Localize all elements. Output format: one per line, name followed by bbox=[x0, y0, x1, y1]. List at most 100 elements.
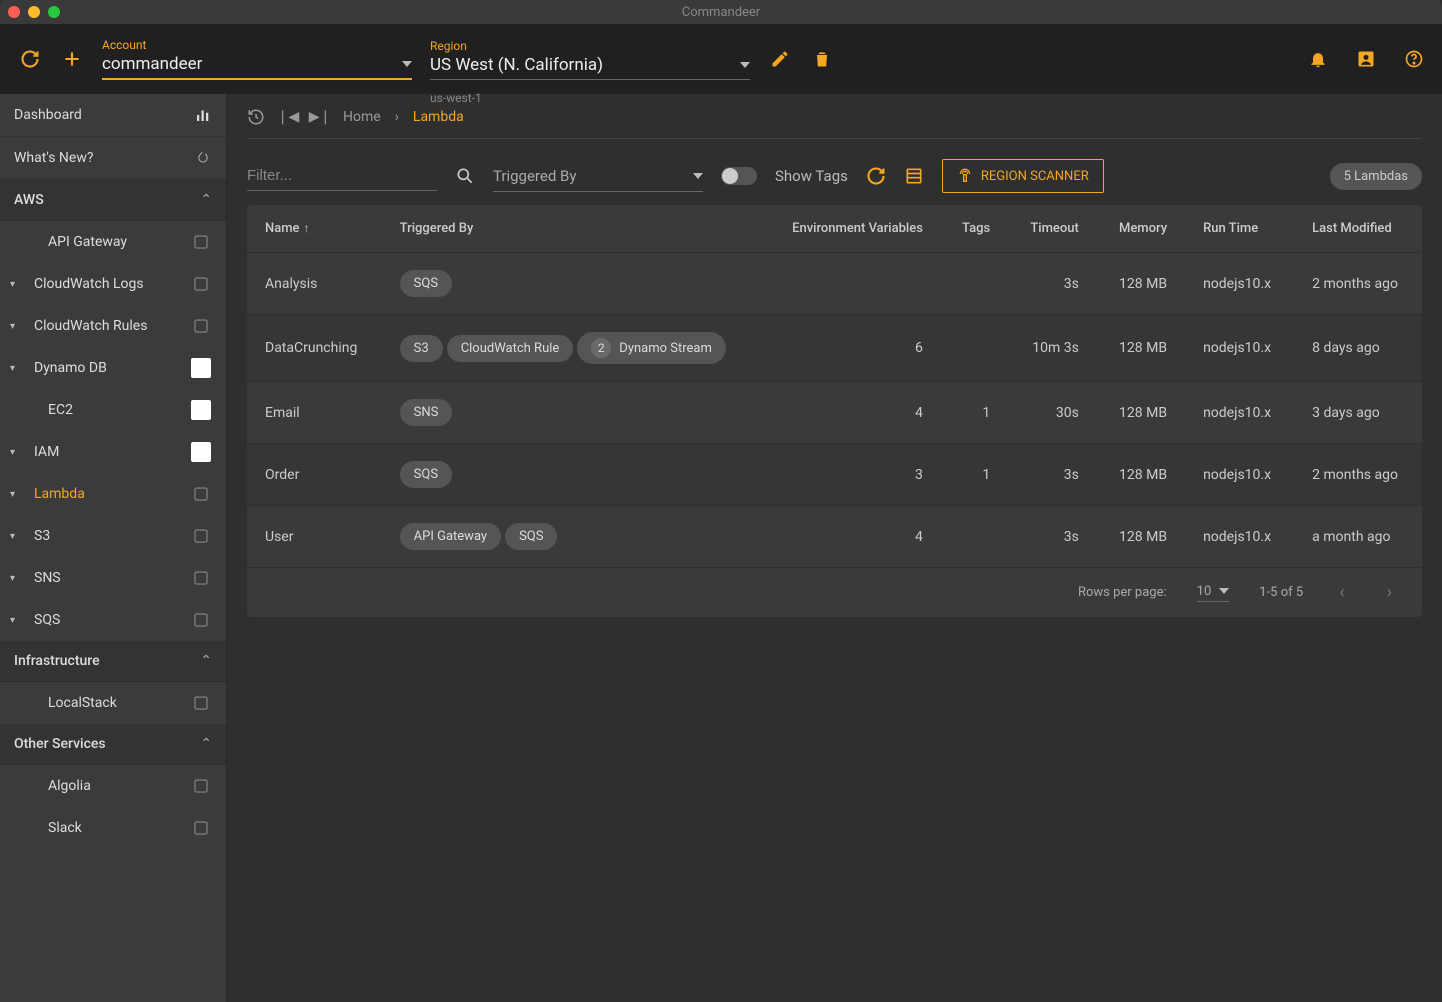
account-selector[interactable]: Account commandeer bbox=[102, 38, 412, 80]
add-button[interactable] bbox=[60, 47, 84, 71]
trigger-chip[interactable]: 2Dynamo Stream bbox=[577, 332, 726, 364]
trigger-chip[interactable]: SQS bbox=[505, 523, 557, 550]
lambda-table: Name↑Triggered ByEnvironment VariablesTa… bbox=[247, 205, 1422, 617]
refresh-table-icon[interactable] bbox=[866, 166, 886, 186]
column-header-last-modified[interactable]: Last Modified bbox=[1294, 205, 1422, 253]
sidebar-item-algolia[interactable]: Algolia bbox=[0, 765, 226, 807]
triggered-by-select[interactable]: Triggered By bbox=[493, 161, 703, 192]
cell-memory: 128 MB bbox=[1097, 315, 1185, 382]
cell-memory: 128 MB bbox=[1097, 444, 1185, 506]
sidebar-item-label: IAM bbox=[34, 444, 59, 460]
trigger-chip[interactable]: SQS bbox=[400, 461, 452, 488]
column-header-run-time[interactable]: Run Time bbox=[1185, 205, 1294, 253]
account-value: commandeer bbox=[102, 54, 202, 74]
sidebar-item-s3[interactable]: ▾S3 bbox=[0, 515, 226, 557]
cell-triggers: SQS bbox=[382, 444, 766, 506]
cell-memory: 128 MB bbox=[1097, 506, 1185, 568]
table-row[interactable]: UserAPI GatewaySQS43s128 MBnodejs10.xa m… bbox=[247, 506, 1422, 568]
sidebar-item-sns[interactable]: ▾SNS bbox=[0, 557, 226, 599]
cell-timeout: 3s bbox=[1008, 444, 1097, 506]
show-tags-toggle[interactable] bbox=[721, 167, 757, 185]
history-icon[interactable] bbox=[247, 108, 265, 126]
region-selector[interactable]: Region US West (N. California) us-west-1 bbox=[430, 39, 750, 80]
sidebar-item-ec2[interactable]: EC2 bbox=[0, 389, 226, 431]
service-icon bbox=[190, 357, 212, 379]
expand-icon: ▾ bbox=[10, 363, 15, 374]
trigger-chip[interactable]: SNS bbox=[400, 399, 453, 426]
sidebar-item-cloudwatch-rules[interactable]: ▾CloudWatch Rules bbox=[0, 305, 226, 347]
sidebar-item-dynamo-db[interactable]: ▾Dynamo DB bbox=[0, 347, 226, 389]
trigger-chip[interactable]: CloudWatch Rule bbox=[447, 335, 574, 362]
cell-triggers: SNS bbox=[382, 382, 766, 444]
rows-per-page-select[interactable]: 10 bbox=[1197, 584, 1230, 602]
sidebar-item-sqs[interactable]: ▾SQS bbox=[0, 599, 226, 641]
filter-input[interactable] bbox=[247, 161, 437, 191]
table-row[interactable]: DataCrunchingS3CloudWatch Rule2Dynamo St… bbox=[247, 315, 1422, 382]
prev-page-icon[interactable]: ‹ bbox=[1333, 582, 1350, 603]
cell-modified: 2 months ago bbox=[1294, 253, 1422, 315]
table-row[interactable]: EmailSNS4130s128 MBnodejs10.x3 days ago bbox=[247, 382, 1422, 444]
column-header-name[interactable]: Name↑ bbox=[247, 205, 382, 253]
sidebar-section-aws[interactable]: AWS⌃ bbox=[0, 180, 226, 221]
service-icon bbox=[190, 567, 212, 589]
cell-memory: 128 MB bbox=[1097, 382, 1185, 444]
region-value: US West (N. California) bbox=[430, 55, 603, 75]
account-label: Account bbox=[102, 38, 412, 52]
sidebar-dashboard[interactable]: Dashboard bbox=[0, 94, 226, 137]
sidebar-whatsnew-label: What's New? bbox=[14, 150, 93, 166]
trigger-chip[interactable]: API Gateway bbox=[400, 523, 501, 550]
help-icon[interactable] bbox=[1404, 49, 1424, 69]
cell-name: Analysis bbox=[247, 253, 382, 315]
account-icon[interactable] bbox=[1356, 49, 1376, 69]
sidebar-item-lambda[interactable]: ▾Lambda bbox=[0, 473, 226, 515]
expand-icon: ▾ bbox=[10, 531, 15, 542]
cell-runtime: nodejs10.x bbox=[1185, 253, 1294, 315]
next-page-icon[interactable]: › bbox=[1381, 582, 1398, 603]
cell-modified: 8 days ago bbox=[1294, 315, 1422, 382]
region-scanner-button[interactable]: REGION SCANNER bbox=[942, 159, 1104, 193]
column-header-memory[interactable]: Memory bbox=[1097, 205, 1185, 253]
notifications-icon[interactable] bbox=[1308, 49, 1328, 69]
cell-env: 4 bbox=[766, 382, 941, 444]
sidebar-section-other-services[interactable]: Other Services⌃ bbox=[0, 724, 226, 765]
cell-env: 3 bbox=[766, 444, 941, 506]
sidebar-item-label: SQS bbox=[34, 612, 60, 628]
table-row[interactable]: AnalysisSQS3s128 MBnodejs10.x2 months ag… bbox=[247, 253, 1422, 315]
window-title: Commandeer bbox=[0, 5, 1442, 20]
nav-first-icon[interactable]: ❘◀ bbox=[279, 108, 297, 126]
cell-tags: 1 bbox=[941, 444, 1008, 506]
column-header-triggered-by[interactable]: Triggered By bbox=[382, 205, 766, 253]
sidebar-item-api-gateway[interactable]: API Gateway bbox=[0, 221, 226, 263]
cell-name: User bbox=[247, 506, 382, 568]
column-header-tags[interactable]: Tags bbox=[941, 205, 1008, 253]
breadcrumb-sep: › bbox=[395, 109, 399, 125]
cell-modified: a month ago bbox=[1294, 506, 1422, 568]
sidebar-item-slack[interactable]: Slack bbox=[0, 807, 226, 849]
service-icon bbox=[190, 817, 212, 839]
refresh-button[interactable] bbox=[18, 47, 42, 71]
sidebar-item-iam[interactable]: ▾IAM bbox=[0, 431, 226, 473]
sidebar-item-label: Slack bbox=[48, 820, 82, 836]
sidebar-whatsnew[interactable]: What's New? bbox=[0, 137, 226, 180]
breadcrumb-home[interactable]: Home bbox=[343, 109, 381, 125]
sidebar-section-infrastructure[interactable]: Infrastructure⌃ bbox=[0, 641, 226, 682]
sidebar-item-localstack[interactable]: LocalStack bbox=[0, 682, 226, 724]
column-header-timeout[interactable]: Timeout bbox=[1008, 205, 1097, 253]
trigger-chip[interactable]: SQS bbox=[400, 270, 452, 297]
sidebar-dashboard-label: Dashboard bbox=[14, 107, 82, 123]
cell-name: Email bbox=[247, 382, 382, 444]
chevron-up-icon: ⌃ bbox=[200, 736, 212, 752]
cell-modified: 3 days ago bbox=[1294, 382, 1422, 444]
sidebar-item-cloudwatch-logs[interactable]: ▾CloudWatch Logs bbox=[0, 263, 226, 305]
trigger-chip[interactable]: S3 bbox=[400, 335, 443, 362]
nav-last-icon[interactable]: ▶❘ bbox=[311, 108, 329, 126]
sidebar-item-label: SNS bbox=[34, 570, 61, 586]
table-row[interactable]: OrderSQS313s128 MBnodejs10.x2 months ago bbox=[247, 444, 1422, 506]
delete-button[interactable] bbox=[810, 47, 834, 71]
column-header-environment-variables[interactable]: Environment Variables bbox=[766, 205, 941, 253]
edit-button[interactable] bbox=[768, 47, 792, 71]
list-view-icon[interactable] bbox=[904, 166, 924, 186]
service-icon bbox=[190, 441, 212, 463]
region-code: us-west-1 bbox=[430, 91, 482, 105]
search-icon[interactable] bbox=[455, 166, 475, 186]
